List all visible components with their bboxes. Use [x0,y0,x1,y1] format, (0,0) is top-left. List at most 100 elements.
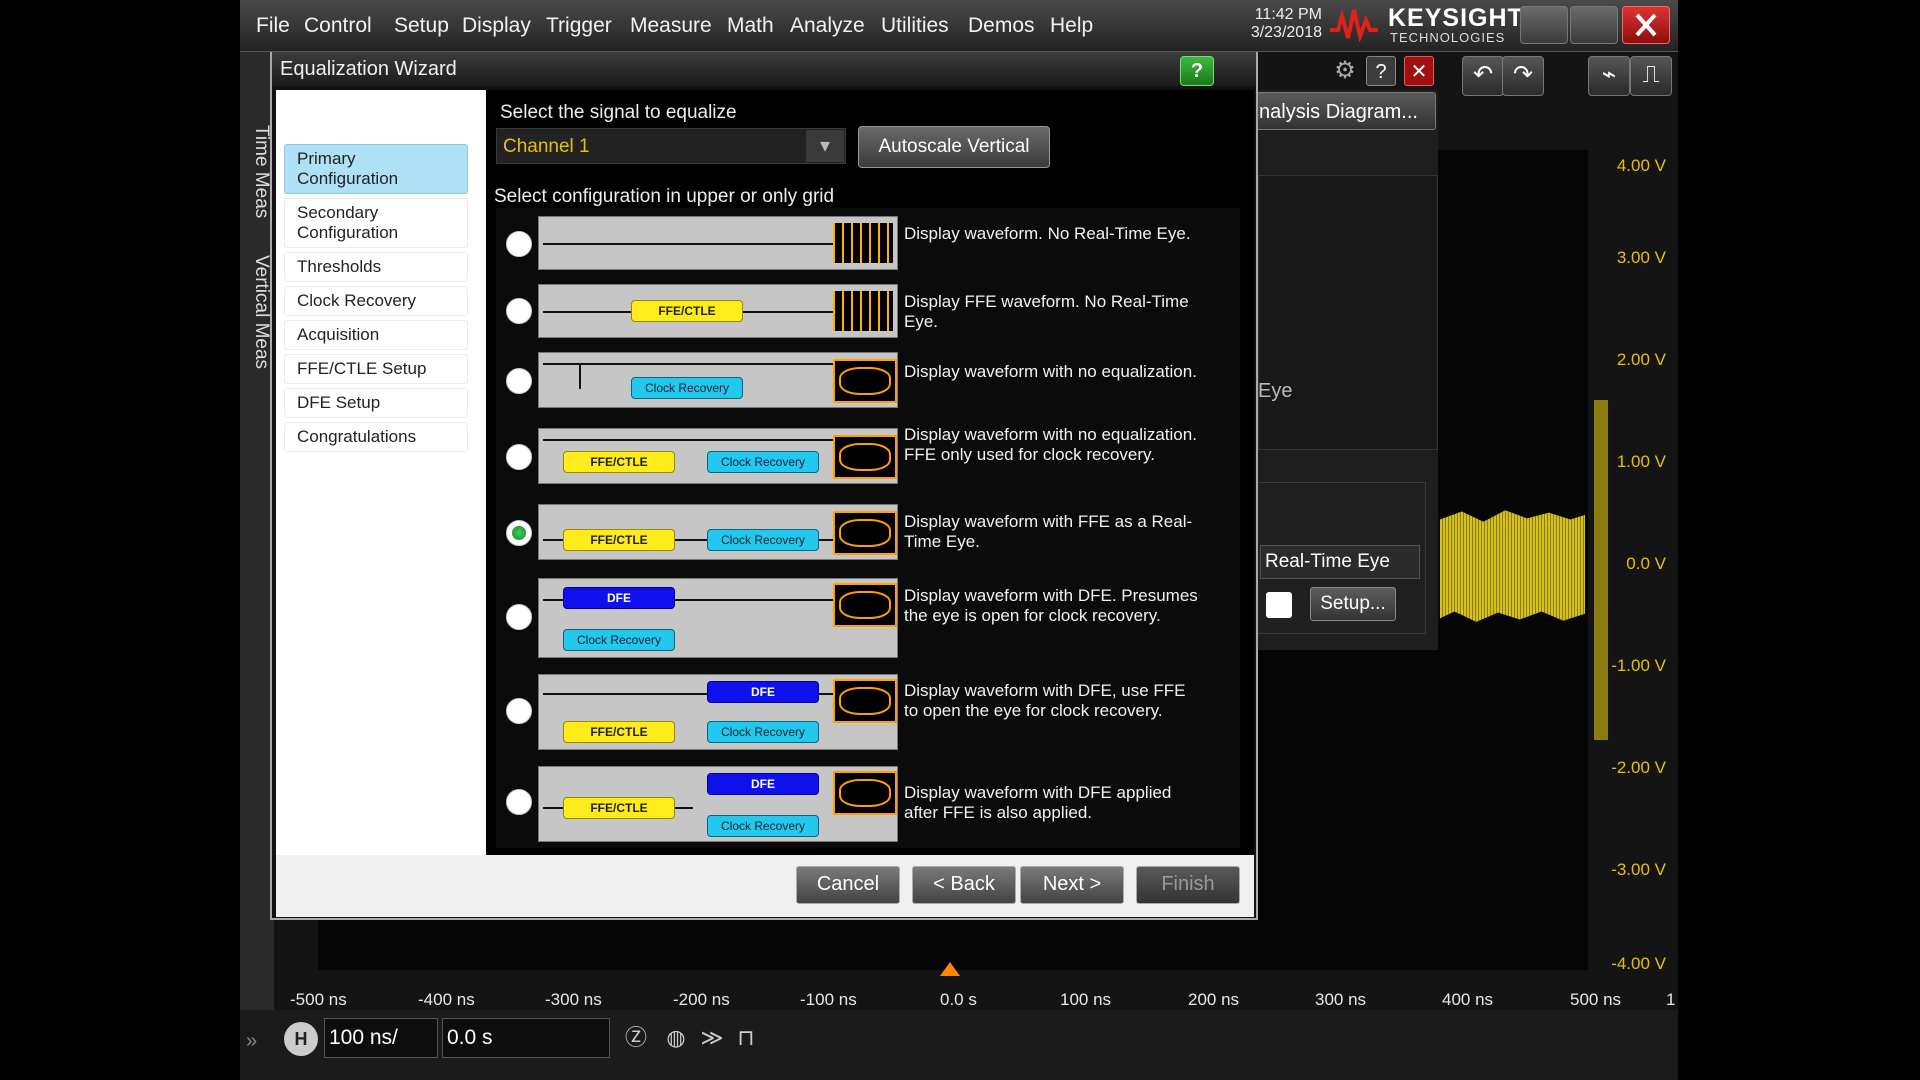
timebase-field[interactable]: 100 ns/ [324,1018,438,1058]
autoscale-toolbar-button[interactable]: ⎍ [1630,56,1672,96]
x-tick: -200 ns [673,990,730,1009]
clock-recovery-block: Clock Recovery [563,629,675,651]
gear-icon[interactable]: ⚙ [1330,56,1360,86]
tab-time-meas[interactable]: Time Meas [242,112,272,232]
x-tick: 500 ns [1570,990,1622,1009]
config-radio-8[interactable] [506,789,532,815]
real-time-eye-label: Real-Time Eye [1260,545,1420,579]
menu-help[interactable]: Help [1050,14,1093,38]
config-radio-4[interactable] [506,444,532,470]
nav-congratulations[interactable]: Congratulations [284,422,468,452]
config-radio-2[interactable] [506,298,532,324]
config-option-label-8: Display waveform with DFE applied after … [904,783,1172,822]
waveform-icon [833,291,893,331]
x-tick: -100 ns [800,990,857,1009]
menu-demos[interactable]: Demos [968,14,1035,38]
menu-setup[interactable]: Setup [394,14,449,38]
minimize-button[interactable] [1520,6,1568,44]
touch-button[interactable]: ⌁ [1588,56,1630,96]
x-tick: 100 ns [1060,990,1112,1009]
keysight-logo-icon [1330,8,1378,42]
waveform-trace [1440,510,1585,622]
real-time-eye-checkbox[interactable] [1266,592,1292,618]
back-button[interactable]: < Back [912,866,1016,904]
cancel-button[interactable]: Cancel [796,866,900,904]
waveform-icon [833,223,893,263]
nav-clock-recovery[interactable]: Clock Recovery [284,286,468,316]
dfe-block: DFE [563,587,675,609]
config-radio-1[interactable] [506,231,532,257]
clock-time: 11:42 PM [1254,6,1322,23]
menu-control[interactable]: Control [304,14,372,38]
menu-utilities[interactable]: Utilities [881,14,949,38]
eye-diagram-icon [833,771,897,815]
clock-recovery-block: Clock Recovery [707,721,819,743]
dialog-help-button[interactable]: ? [1180,56,1214,86]
analysis-diagram-button[interactable]: nalysis Diagram... [1252,92,1436,130]
clock-date: 3/23/2018 [1250,24,1322,41]
next-button[interactable]: Next > [1020,866,1124,904]
dfe-block: DFE [707,681,819,703]
expand-icon[interactable]: » [246,1030,270,1054]
signal-label: Select the signal to equalize [500,102,737,123]
y-tick: 1.00 V [1616,452,1666,471]
nav-thresholds[interactable]: Thresholds [284,252,468,282]
config-diagram-7: DFE FFE/CTLE Clock Recovery [538,674,898,750]
help-icon[interactable]: ? [1366,56,1396,86]
redo-icon: ↷ [1512,61,1534,88]
tab-vertical-meas[interactable]: Vertical Meas [242,242,272,382]
nav-acquisition[interactable]: Acquisition [284,320,468,350]
horizontal-button[interactable]: H [284,1022,318,1056]
redo-button[interactable]: ↷ [1502,56,1544,96]
dialog-title: Equalization Wizard [280,58,457,80]
undo-icon: ↶ [1472,61,1494,88]
x-tick: -300 ns [545,990,602,1009]
menu-math[interactable]: Math [727,14,774,38]
config-diagram-1 [538,216,898,270]
ffe-block: FFE/CTLE [563,451,675,473]
config-radio-3[interactable] [506,368,532,394]
ffe-block: FFE/CTLE [563,529,675,551]
config-option-label-4: Display waveform with no equalization. F… [904,425,1197,464]
forward-icon[interactable]: ≫ [696,1022,728,1054]
config-radio-5[interactable] [506,520,532,546]
zoom-icon[interactable]: Ⓩ [620,1022,652,1054]
channel-select-value: Channel 1 [503,136,590,157]
undo-button[interactable]: ↶ [1462,56,1504,96]
eye-diagram-icon [833,583,897,627]
nav-primary-configuration[interactable]: Primary Configuration [284,144,468,194]
config-diagram-6: DFE Clock Recovery [538,578,898,658]
menu-display[interactable]: Display [462,14,531,38]
config-radio-7[interactable] [506,698,532,724]
nav-secondary-configuration[interactable]: Secondary Configuration [284,198,468,248]
brand-subtitle: TECHNOLOGIES [1390,30,1506,45]
chevron-down-icon[interactable]: ▾ [806,130,844,162]
nav-dfe-setup[interactable]: DFE Setup [284,388,468,418]
menu-file[interactable]: File [256,14,290,38]
marker-icon[interactable]: ⊓ [730,1022,762,1054]
clock-recovery-block: Clock Recovery [631,377,743,399]
maximize-button[interactable] [1570,6,1618,44]
wizard-nav: Primary Configuration Secondary Configur… [276,90,486,855]
left-rail: Time Meas Vertical Meas [240,52,274,1052]
real-time-eye-setup-button[interactable]: Setup... [1310,587,1396,621]
clock-recovery-block: Clock Recovery [707,451,819,473]
close-window-button[interactable] [1622,6,1670,44]
eye-label: Eye [1258,380,1293,402]
config-option-label-5: Display waveform with FFE as a Real-Time… [904,512,1193,551]
config-diagram-2: FFE/CTLE [538,284,898,338]
ffe-block: FFE/CTLE [563,721,675,743]
close-icon[interactable]: ✕ [1404,56,1434,86]
menu-measure[interactable]: Measure [630,14,712,38]
finish-button[interactable]: Finish [1136,866,1240,904]
menu-analyze[interactable]: Analyze [790,14,865,38]
autoscale-vertical-button[interactable]: Autoscale Vertical [858,126,1050,168]
delay-field[interactable]: 0.0 s [442,1018,610,1058]
trigger-marker-icon[interactable] [940,962,960,976]
knob-icon[interactable]: ◍ [660,1022,692,1054]
config-option-label-6: Display waveform with DFE. Presumes the … [904,586,1198,625]
menu-trigger[interactable]: Trigger [546,14,612,38]
config-radio-6[interactable] [506,604,532,630]
y-tick: -1.00 V [1611,656,1666,675]
nav-ffe-ctle-setup[interactable]: FFE/CTLE Setup [284,354,468,384]
